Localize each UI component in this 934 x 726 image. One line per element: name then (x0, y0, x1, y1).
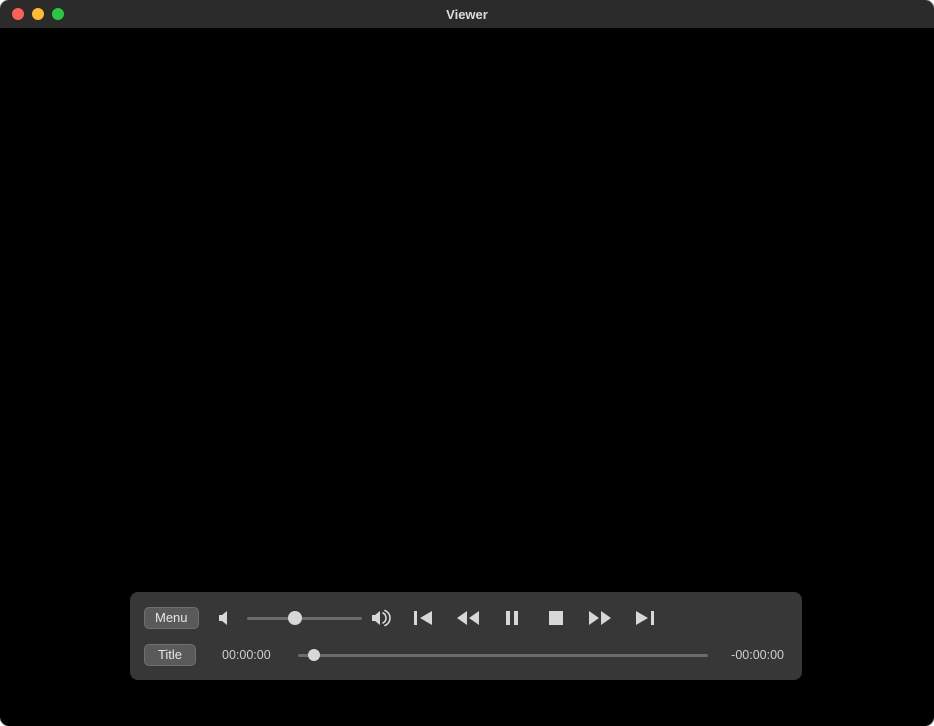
stop-icon[interactable] (542, 606, 570, 630)
titlebar: Viewer (0, 0, 934, 28)
time-elapsed: 00:00:00 (222, 648, 286, 662)
volume-group (213, 606, 396, 630)
rewind-icon[interactable] (454, 606, 482, 630)
controller-row-top: Menu (144, 606, 784, 630)
volume-slider[interactable] (247, 608, 362, 628)
transport-controls (410, 606, 658, 630)
skip-forward-icon[interactable] (630, 606, 658, 630)
video-viewport: Menu (0, 28, 934, 726)
scrubber[interactable] (298, 645, 708, 665)
fast-forward-icon[interactable] (586, 606, 614, 630)
window-title: Viewer (0, 7, 934, 22)
maximize-icon[interactable] (52, 8, 64, 20)
skip-back-icon[interactable] (410, 606, 438, 630)
controller-row-bottom: Title 00:00:00 -00:00:00 (144, 644, 784, 666)
title-button[interactable]: Title (144, 644, 196, 666)
time-remaining: -00:00:00 (720, 648, 784, 662)
volume-low-icon[interactable] (213, 606, 241, 630)
playback-controller: Menu (130, 592, 802, 680)
pause-icon[interactable] (498, 606, 526, 630)
app-window: Viewer Menu (0, 0, 934, 726)
scrub-track (298, 654, 708, 657)
traffic-lights (0, 8, 64, 20)
menu-button[interactable]: Menu (144, 607, 199, 629)
minimize-icon[interactable] (32, 8, 44, 20)
close-icon[interactable] (12, 8, 24, 20)
volume-track (247, 617, 362, 620)
scrub-thumb[interactable] (308, 649, 320, 661)
volume-thumb[interactable] (288, 611, 302, 625)
volume-high-icon[interactable] (368, 606, 396, 630)
